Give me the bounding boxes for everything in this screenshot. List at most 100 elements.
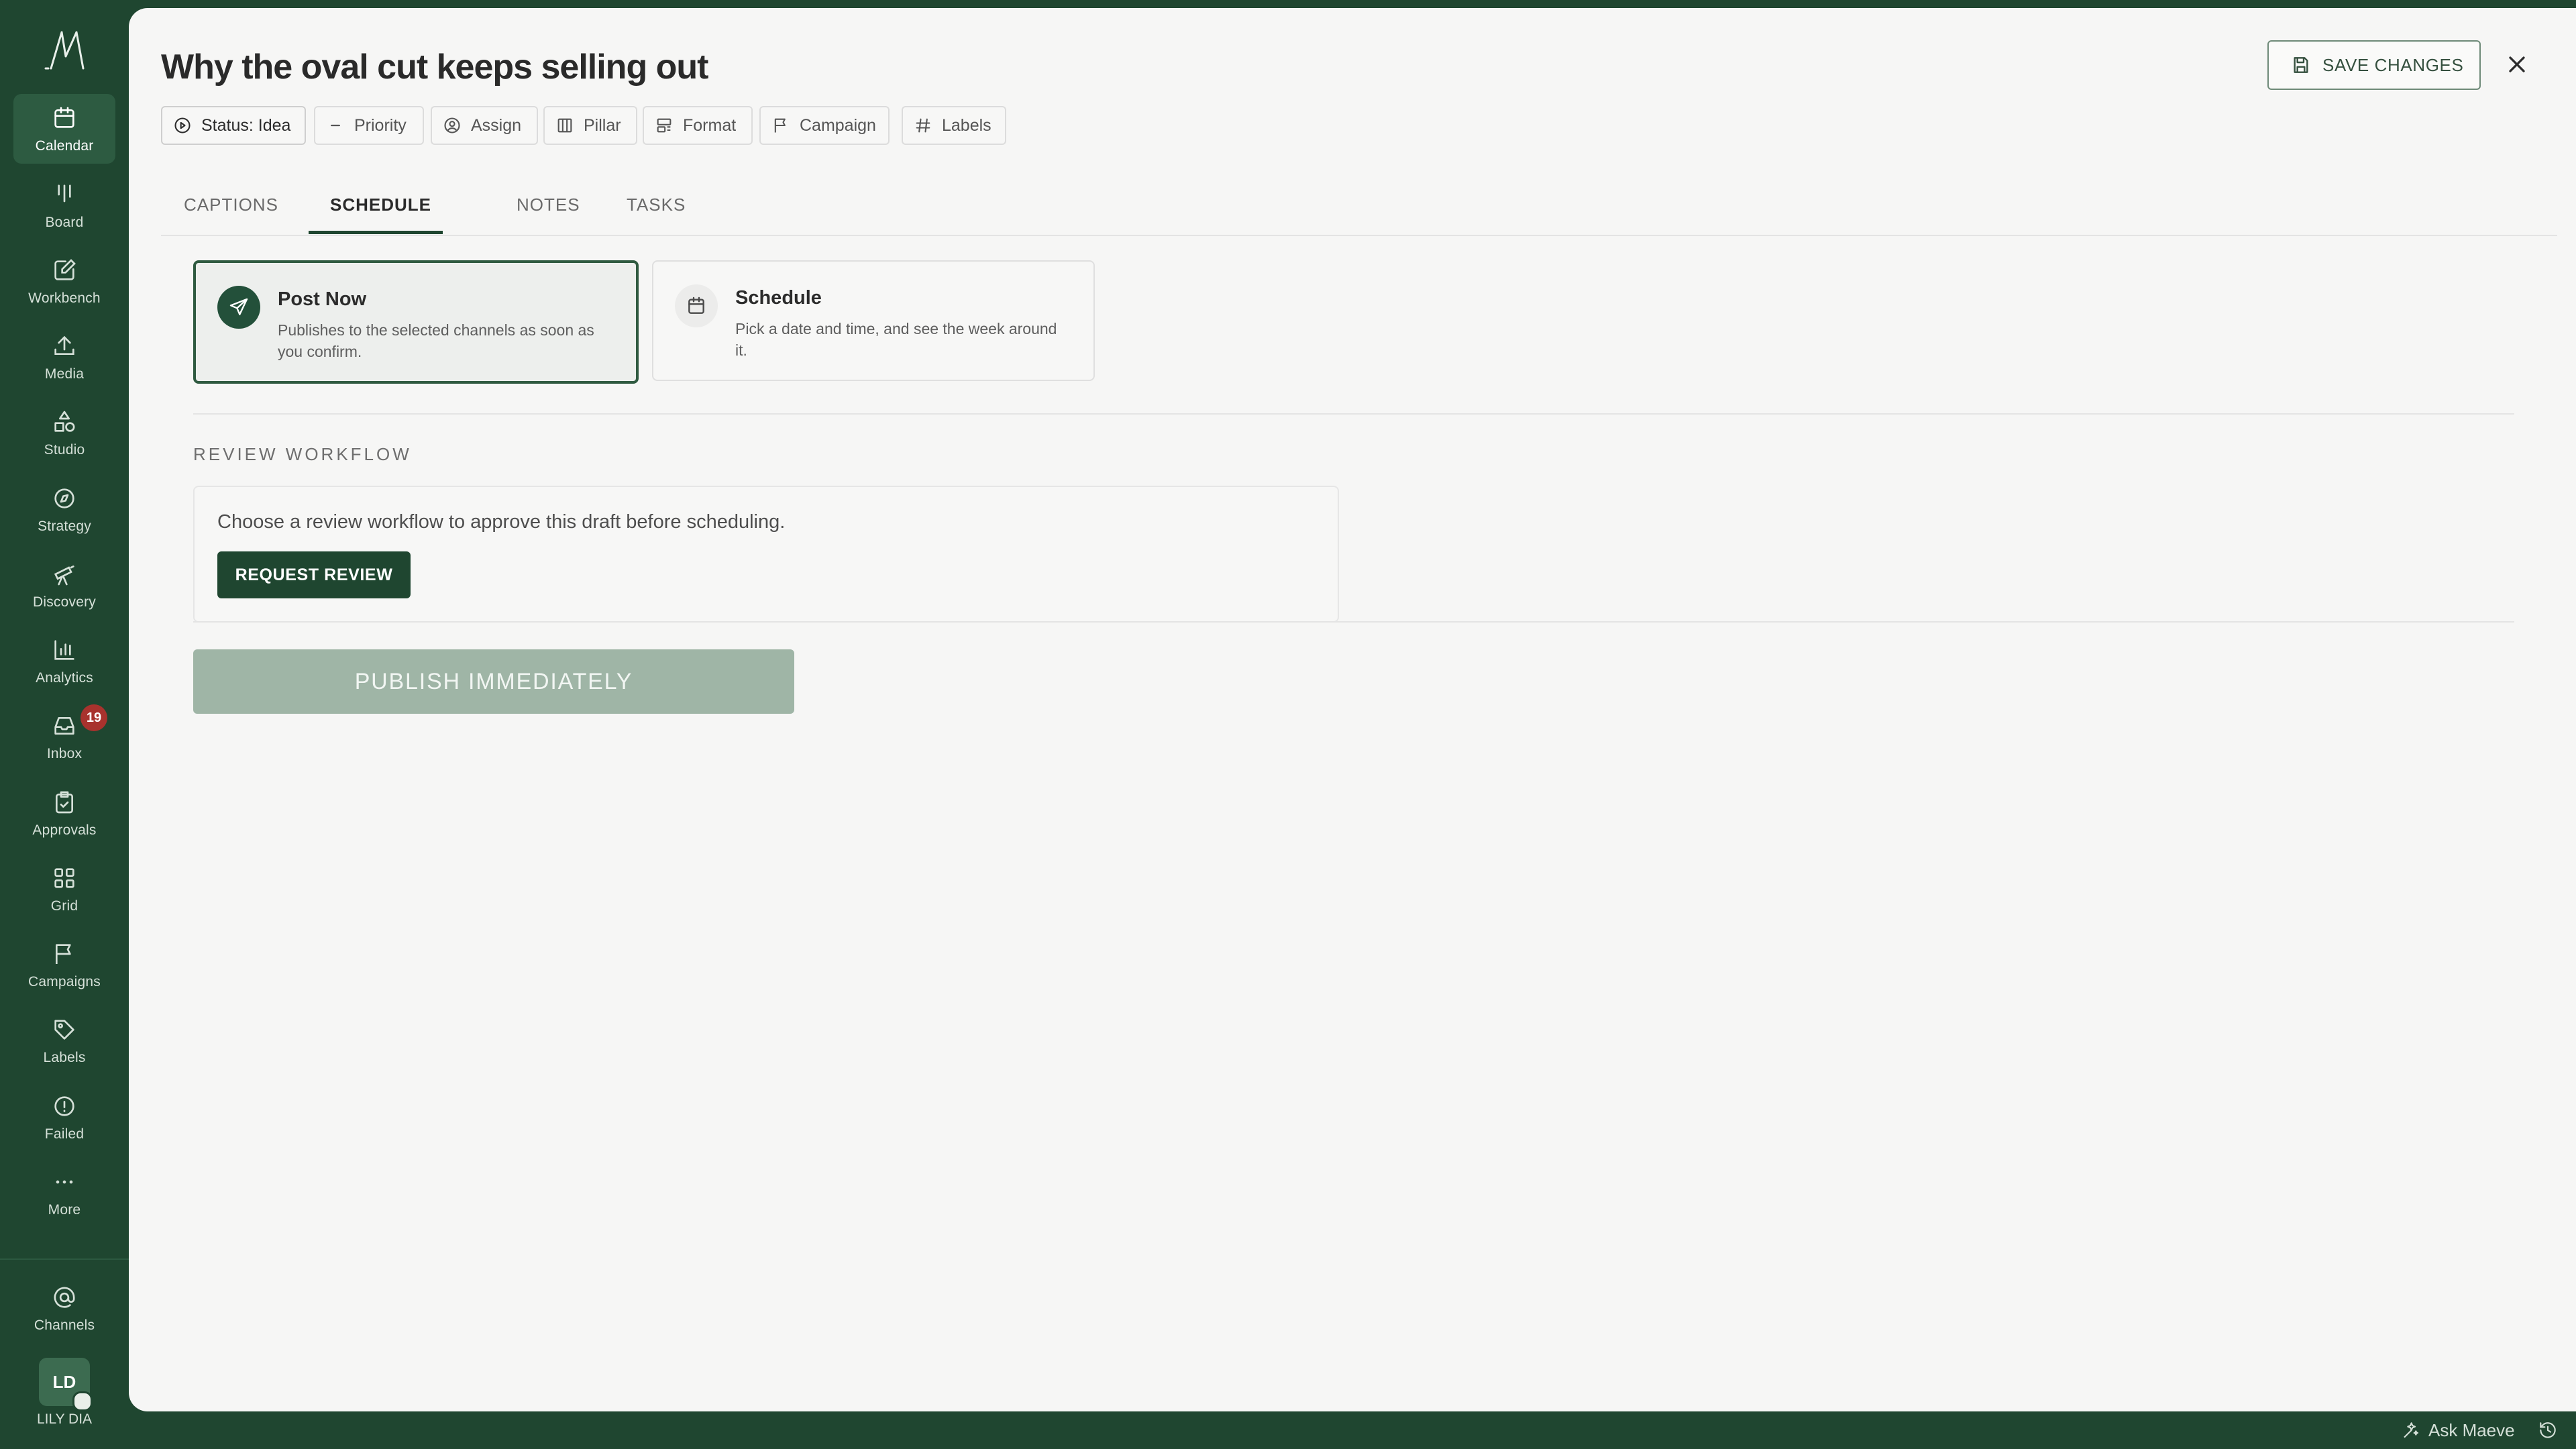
history-icon[interactable] (2537, 1419, 2559, 1441)
request-review-button[interactable]: REQUEST REVIEW (217, 551, 411, 598)
sidebar-item-inbox[interactable]: Inbox 19 (13, 702, 115, 771)
more-icon (56, 1180, 73, 1184)
priority-chip-label: Priority (354, 116, 407, 135)
columns-icon (557, 118, 572, 133)
post-now-icon-circle (217, 286, 260, 329)
shapes-icon (54, 411, 75, 432)
sidebar-item-label: Board (45, 215, 84, 230)
sidebar-item-label: Grid (50, 898, 78, 914)
sidebar-item-calendar[interactable]: Calendar (13, 94, 115, 164)
sidebar-item-label: Failed (44, 1126, 85, 1142)
sidebar-item-workbench[interactable]: Workbench (13, 246, 115, 316)
post-now-description: Publishes to the selected channels as so… (278, 321, 594, 360)
brand-logo-icon[interactable] (42, 30, 87, 71)
sidebar: Calendar Board Workbench Media Studio St… (0, 0, 129, 1449)
inbox-count-badge: 19 (80, 704, 107, 731)
sidebar-item-grid[interactable]: Grid (13, 854, 115, 924)
priority-chip[interactable]: Priority (314, 106, 424, 145)
editor-tabs: CAPTIONS SCHEDULE NOTES TASKS (161, 176, 2557, 236)
post-now-title: Post Now (278, 288, 367, 310)
tab-schedule[interactable]: SCHEDULE (330, 195, 431, 215)
schedule-option[interactable]: Schedule Pick a date and time, and see t… (652, 260, 1095, 381)
sidebar-item-label: Analytics (36, 670, 93, 686)
labels-chip[interactable]: Labels (902, 106, 1006, 145)
tab-captions[interactable]: CAPTIONS (184, 195, 278, 215)
status-chip[interactable]: Status: Idea (161, 106, 306, 145)
status-circle-icon (174, 117, 191, 133)
close-icon[interactable] (2504, 51, 2530, 78)
sidebar-item-channels[interactable]: Channels (13, 1273, 115, 1343)
labels-chip-label: Labels (942, 116, 991, 135)
telescope-icon (54, 566, 74, 586)
post-now-option[interactable]: Post Now Publishes to the selected chann… (193, 260, 639, 384)
tab-tasks[interactable]: TASKS (627, 195, 686, 215)
sidebar-item-more[interactable]: More (13, 1158, 115, 1228)
ask-maeve-label: Ask Maeve (2428, 1420, 2515, 1440)
sidebar-item-label: Labels (43, 1050, 86, 1065)
schedule-title: Schedule (735, 287, 822, 309)
schedule-icon-circle (675, 284, 718, 327)
sidebar-item-label: Workbench (28, 290, 101, 306)
review-workflow-label: REVIEW WORKFLOW (193, 444, 412, 464)
alert-circle-icon (54, 1096, 74, 1116)
sidebar-item-label: Calendar (35, 138, 94, 154)
inbox-icon (54, 717, 74, 735)
user-circle-icon (444, 117, 460, 133)
page-title: Why the oval cut keeps selling out (161, 48, 708, 87)
layout-icon (657, 118, 672, 133)
sidebar-item-label: Channels (34, 1318, 95, 1333)
sidebar-item-label: Discovery (33, 594, 96, 610)
sidebar-item-media[interactable]: Media (13, 322, 115, 392)
save-changes-label: SAVE CHANGES (2322, 55, 2464, 75)
assign-chip-label: Assign (471, 116, 522, 135)
sidebar-item-label: More (48, 1202, 81, 1218)
sidebar-item-board[interactable]: Board (13, 170, 115, 240)
board-icon (58, 184, 71, 203)
save-changes-button[interactable]: SAVE CHANGES (2267, 40, 2481, 90)
bar-chart-icon (54, 640, 74, 660)
format-chip[interactable]: Format (643, 106, 753, 145)
user-name: LILY DIA (36, 1411, 93, 1427)
sidebar-item-approvals[interactable]: Approvals (13, 778, 115, 848)
minus-icon (331, 124, 340, 127)
sidebar-item-labels[interactable]: Labels (13, 1006, 115, 1075)
campaign-chip[interactable]: Campaign (759, 106, 890, 145)
publish-immediately-button[interactable]: PUBLISH IMMEDIATELY (193, 649, 794, 714)
calendar-icon (688, 297, 704, 314)
sidebar-item-strategy[interactable]: Strategy (13, 474, 115, 544)
flag-icon (774, 118, 786, 133)
upload-icon (54, 335, 74, 355)
sidebar-item-label: Studio (44, 442, 85, 458)
sidebar-item-label: Campaigns (28, 974, 101, 989)
campaign-chip-label: Campaign (800, 116, 876, 135)
user-status-indicator (72, 1391, 93, 1411)
sidebar-item-studio[interactable]: Studio (13, 398, 115, 468)
assign-chip[interactable]: Assign (431, 106, 538, 145)
tab-notes[interactable]: NOTES (517, 195, 580, 215)
pillar-chip[interactable]: Pillar (543, 106, 637, 145)
flag-icon (56, 944, 71, 964)
send-icon (229, 298, 248, 315)
clipboard-check-icon (56, 791, 73, 814)
schedule-description: Pick a date and time, and see the week a… (735, 320, 1057, 359)
review-workflow-text: Choose a review workflow to approve this… (217, 511, 786, 533)
sidebar-divider (0, 1258, 129, 1260)
sidebar-item-analytics[interactable]: Analytics (13, 626, 115, 696)
compass-icon (54, 488, 74, 508)
section-divider (193, 621, 2514, 623)
sidebar-item-failed[interactable]: Failed (13, 1082, 115, 1152)
sidebar-item-label: Inbox (46, 746, 83, 761)
hash-icon (916, 118, 930, 133)
pillar-chip-label: Pillar (584, 116, 621, 135)
save-icon (2294, 57, 2308, 73)
sidebar-item-discovery[interactable]: Discovery (13, 550, 115, 620)
workbench-icon (54, 259, 76, 280)
review-workflow-card: Choose a review workflow to approve this… (193, 486, 1339, 623)
status-chip-label: Status: Idea (201, 116, 291, 135)
calendar-icon (54, 107, 74, 128)
sidebar-item-campaigns[interactable]: Campaigns (13, 930, 115, 1000)
sidebar-item-label: Approvals (32, 822, 97, 838)
sidebar-item-label: Media (44, 366, 85, 382)
sidebar-item-label: Strategy (38, 519, 91, 534)
sparkle-icon (2404, 1422, 2419, 1438)
